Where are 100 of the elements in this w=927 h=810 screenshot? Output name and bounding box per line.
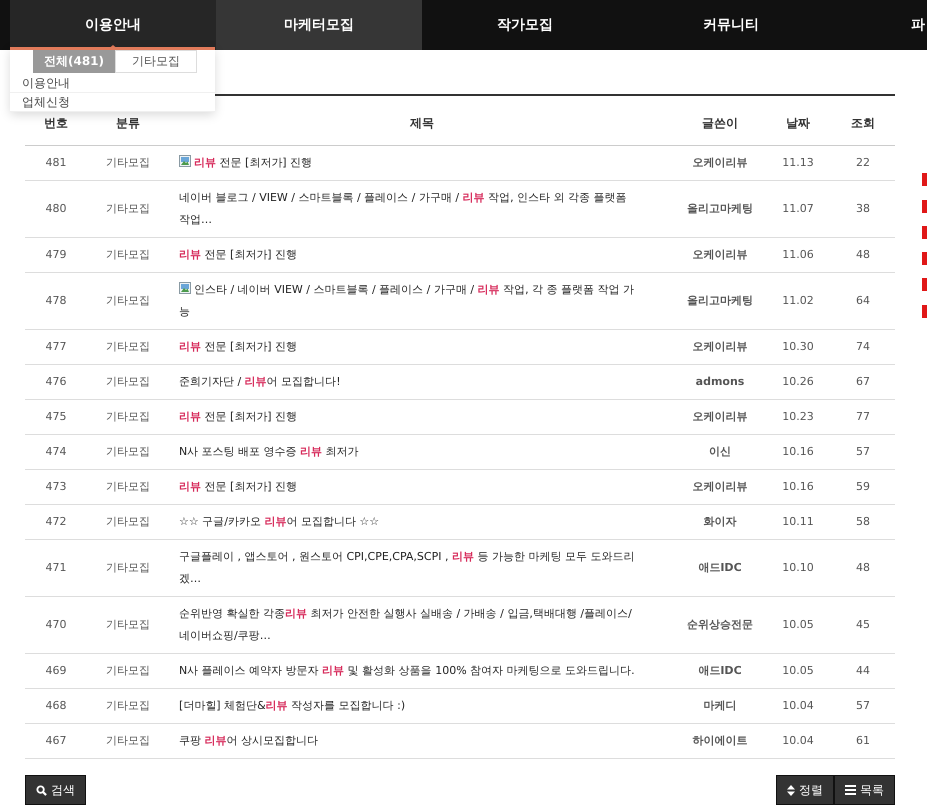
post-date: 11.13 bbox=[765, 146, 831, 180]
post-date: 10.30 bbox=[765, 330, 831, 364]
column-header: 조회 bbox=[831, 95, 895, 146]
nav-item[interactable]: 이용안내 bbox=[10, 0, 216, 50]
post-title-link[interactable]: 리뷰 전문 [최저가] 진행 bbox=[179, 476, 298, 498]
post-title-link[interactable]: 리뷰 전문 [최저가] 진행 bbox=[179, 336, 298, 358]
post-date: 11.02 bbox=[765, 272, 831, 330]
post-category: 기타모집 bbox=[87, 146, 169, 180]
post-category: 기타모집 bbox=[87, 272, 169, 330]
post-category: 기타모집 bbox=[87, 504, 169, 540]
post-number: 474 bbox=[25, 434, 87, 470]
post-category: 기타모집 bbox=[87, 596, 169, 654]
post-category: 기타모집 bbox=[87, 470, 169, 504]
post-title-link[interactable]: 리뷰 전문 [최저가] 진행 bbox=[179, 244, 298, 266]
post-category: 기타모집 bbox=[87, 364, 169, 400]
post-category: 기타모집 bbox=[87, 400, 169, 434]
post-title-link[interactable]: [더마힐] 체험단&리뷰 작성자를 모집합니다 :) bbox=[179, 695, 406, 717]
sort-icon bbox=[787, 784, 795, 796]
post-views: 74 bbox=[831, 330, 895, 364]
post-category: 기타모집 bbox=[87, 688, 169, 724]
post-author: 오케이리뷰 bbox=[675, 470, 765, 504]
nav-item[interactable]: 커뮤니티 bbox=[628, 0, 834, 50]
post-views: 58 bbox=[831, 504, 895, 540]
post-author: 하이에이트 bbox=[675, 724, 765, 758]
post-views: 64 bbox=[831, 272, 895, 330]
post-category: 기타모집 bbox=[87, 180, 169, 238]
list-icon bbox=[845, 785, 856, 795]
post-date: 10.04 bbox=[765, 724, 831, 758]
post-category: 기타모집 bbox=[87, 330, 169, 364]
post-views: 67 bbox=[831, 364, 895, 400]
post-date: 11.07 bbox=[765, 180, 831, 238]
post-date: 10.16 bbox=[765, 434, 831, 470]
post-views: 44 bbox=[831, 654, 895, 688]
post-author: 이신 bbox=[675, 434, 765, 470]
post-title-link[interactable]: ☆☆ 구글/카카오 리뷰어 모집합니다 ☆☆ bbox=[179, 511, 380, 533]
post-views: 59 bbox=[831, 470, 895, 504]
post-number: 473 bbox=[25, 470, 87, 504]
post-date: 10.05 bbox=[765, 596, 831, 654]
post-views: 45 bbox=[831, 596, 895, 654]
post-date: 10.05 bbox=[765, 654, 831, 688]
nav-item[interactable]: 마케터모집 bbox=[216, 0, 422, 50]
column-header: 글쓴이 bbox=[675, 95, 765, 146]
post-title-link[interactable]: N사 플레이스 예약자 방문자 리뷰 및 활성화 상품을 100% 참여자 마케팅으로 도와드립니다. bbox=[179, 660, 635, 682]
post-views: 77 bbox=[831, 400, 895, 434]
post-views: 22 bbox=[831, 146, 895, 180]
category-tab[interactable]: 기타모집 bbox=[115, 50, 197, 73]
search-button[interactable]: 검색 bbox=[25, 775, 86, 805]
post-author: 마케디 bbox=[675, 688, 765, 724]
search-icon bbox=[36, 784, 47, 796]
post-number: 470 bbox=[25, 596, 87, 654]
post-views: 38 bbox=[831, 180, 895, 238]
post-title-link[interactable]: 리뷰 전문 [최저가] 진행 bbox=[179, 152, 312, 174]
nav-item[interactable]: 작가모집 bbox=[422, 0, 628, 50]
post-title-link[interactable]: 인스타 / 네이버 VIEW / 스마트블록 / 플레이스 / 가구매 / 리뷰 작업, 각 종 플랫폼 작업 가능 bbox=[179, 279, 641, 323]
post-date: 10.04 bbox=[765, 688, 831, 724]
sort-button[interactable]: 정렬 bbox=[776, 775, 834, 805]
image-icon bbox=[179, 155, 191, 167]
post-category: 기타모집 bbox=[87, 540, 169, 596]
nav-item[interactable]: 파 bbox=[834, 0, 927, 50]
post-author: 애드IDC bbox=[675, 654, 765, 688]
post-number: 469 bbox=[25, 654, 87, 688]
post-category: 기타모집 bbox=[87, 238, 169, 272]
post-author: 오케이리뷰 bbox=[675, 400, 765, 434]
post-date: 11.06 bbox=[765, 238, 831, 272]
post-views: 48 bbox=[831, 238, 895, 272]
post-number: 480 bbox=[25, 180, 87, 238]
post-author: 오케이리뷰 bbox=[675, 146, 765, 180]
post-date: 10.26 bbox=[765, 364, 831, 400]
post-category: 기타모집 bbox=[87, 434, 169, 470]
post-title-link[interactable]: 준희기자단 / 리뷰어 모집합니다! bbox=[179, 371, 341, 393]
post-date: 10.23 bbox=[765, 400, 831, 434]
post-title-link[interactable]: N사 포스팅 배포 영수증 리뷰 최저가 bbox=[179, 441, 359, 463]
post-number: 468 bbox=[25, 688, 87, 724]
list-button[interactable]: 목록 bbox=[834, 775, 895, 805]
post-title-link[interactable]: 리뷰 전문 [최저가] 진행 bbox=[179, 406, 298, 428]
post-views: 48 bbox=[831, 540, 895, 596]
post-title-link[interactable]: 네이버 블로그 / VIEW / 스마트블록 / 플레이스 / 가구매 / 리뷰 작업, 인스타 외 각종 플랫폼 작업… bbox=[179, 187, 641, 231]
post-author: 애드IDC bbox=[675, 540, 765, 596]
post-category: 기타모집 bbox=[87, 654, 169, 688]
post-number: 472 bbox=[25, 504, 87, 540]
post-number: 479 bbox=[25, 238, 87, 272]
post-author: 오케이리뷰 bbox=[675, 238, 765, 272]
post-author: 화이자 bbox=[675, 504, 765, 540]
post-author: 순위상승전문 bbox=[675, 596, 765, 654]
post-number: 477 bbox=[25, 330, 87, 364]
post-author: 올리고마케팅 bbox=[675, 180, 765, 238]
post-title-link[interactable]: 구글플레이 , 앱스토어 , 원스토어 CPI,CPE,CPA,SCPI , 리뷰 등 가능한 마케팅 모두 도와드리겠… bbox=[179, 546, 641, 590]
post-number: 467 bbox=[25, 724, 87, 758]
image-icon bbox=[179, 282, 191, 294]
dropdown-item[interactable]: 업체신청 bbox=[10, 93, 215, 112]
post-number: 481 bbox=[25, 146, 87, 180]
post-title-link[interactable]: 쿠팡 리뷰어 상시모집합니다 bbox=[179, 730, 318, 752]
dropdown-item[interactable]: 이용안내 bbox=[10, 74, 215, 93]
post-number: 475 bbox=[25, 400, 87, 434]
post-date: 10.11 bbox=[765, 504, 831, 540]
post-date: 10.16 bbox=[765, 470, 831, 504]
post-title-link[interactable]: 순위반영 확실한 각종리뷰 최저가 안전한 실행사 실배송 / 가배송 / 입금,택배대행 /플레이스/네이버쇼핑/쿠팡… bbox=[179, 603, 641, 647]
post-category: 기타모집 bbox=[87, 724, 169, 758]
post-author: 오케이리뷰 bbox=[675, 330, 765, 364]
post-number: 471 bbox=[25, 540, 87, 596]
